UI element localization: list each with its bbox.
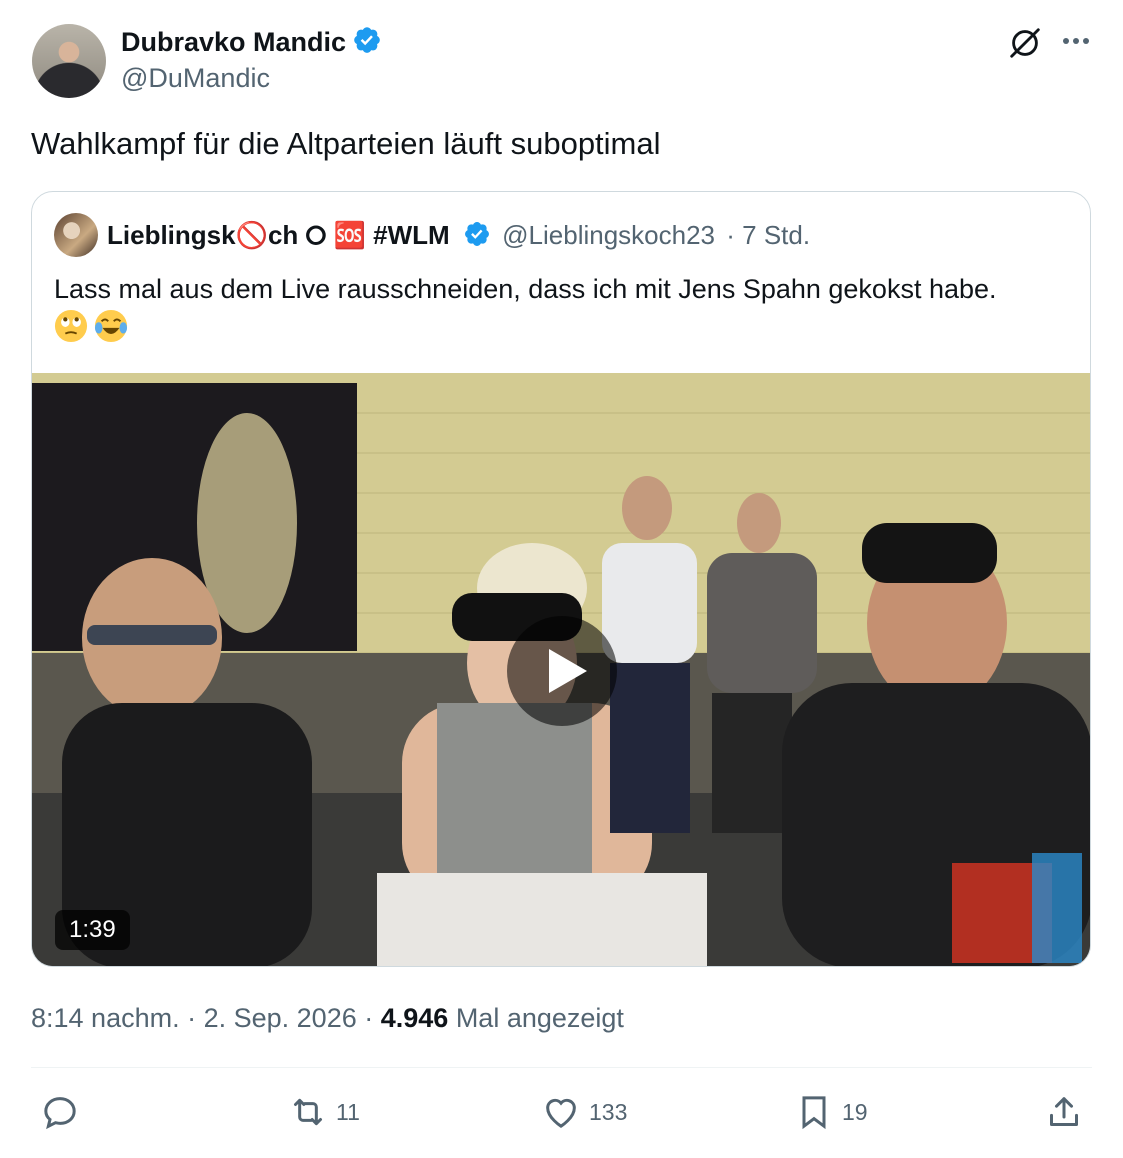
- bookmark-icon: [802, 1096, 826, 1130]
- quoted-author-name[interactable]: Lieblingsk🚫️ch ⭘ 🆘 #WLM: [107, 220, 450, 250]
- retweet-count: 11: [336, 1098, 360, 1125]
- quoted-verified-badge-icon: [464, 222, 489, 246]
- quoted-header: Lieblingsk🚫️ch ⭘ 🆘 #WLM @Lieblingskoch23…: [107, 220, 810, 252]
- author-handle[interactable]: @DuMandic: [121, 63, 270, 94]
- bookmark-count: 19: [842, 1098, 868, 1125]
- view-count: 4.946: [380, 1003, 449, 1033]
- play-button[interactable]: [507, 616, 617, 726]
- author-avatar[interactable]: [32, 24, 106, 98]
- grok-icon[interactable]: [1006, 24, 1044, 62]
- more-options-icon[interactable]: [1058, 26, 1094, 56]
- share-icon: [1050, 1097, 1078, 1126]
- play-icon: [549, 649, 587, 693]
- reply-button[interactable]: [40, 1090, 88, 1134]
- quoted-handle[interactable]: @Lieblingskoch23: [502, 220, 715, 250]
- quoted-author-avatar[interactable]: [54, 213, 98, 257]
- bookmark-button[interactable]: 19: [794, 1090, 868, 1134]
- tweet-time[interactable]: 8:14 nachm.: [31, 1003, 180, 1033]
- share-button[interactable]: [1044, 1090, 1084, 1134]
- crying-laughing-emoji-icon: [94, 309, 128, 343]
- video-duration: 1:39: [55, 910, 130, 950]
- view-label: Mal angezeigt: [448, 1003, 624, 1033]
- divider: [31, 1067, 1092, 1068]
- quoted-time[interactable]: · 7 Std.: [726, 220, 810, 250]
- tweet-metadata: 8:14 nachm. · 2. Sep. 2026 · 4.946 Mal a…: [31, 1003, 624, 1034]
- author-name-row[interactable]: Dubravko Mandic: [121, 25, 382, 58]
- like-count: 133: [589, 1098, 628, 1125]
- author-name[interactable]: Dubravko Mandic: [121, 27, 346, 57]
- quoted-tweet[interactable]: Lieblingsk🚫️ch ⭘ 🆘 #WLM @Lieblingskoch23…: [31, 191, 1091, 967]
- tweet-date[interactable]: 2. Sep. 2026: [204, 1003, 357, 1033]
- reply-icon: [44, 1097, 76, 1130]
- video-player[interactable]: 1:39: [32, 373, 1090, 966]
- tweet-text: Wahlkampf für die Altparteien läuft subo…: [31, 126, 661, 161]
- verified-badge-icon: [354, 27, 380, 53]
- retweet-icon: [294, 1098, 322, 1126]
- rolling-eyes-emoji-icon: [54, 309, 88, 343]
- quoted-text-block: Lass mal aus dem Live rausschneiden, das…: [54, 270, 1064, 348]
- heart-icon: [546, 1098, 576, 1128]
- quoted-text: Lass mal aus dem Live rausschneiden, das…: [54, 274, 997, 304]
- like-button[interactable]: 133: [541, 1090, 627, 1134]
- meta-separator: ·: [356, 1003, 381, 1033]
- meta-separator: ·: [179, 1003, 204, 1033]
- retweet-button[interactable]: 11: [288, 1090, 360, 1134]
